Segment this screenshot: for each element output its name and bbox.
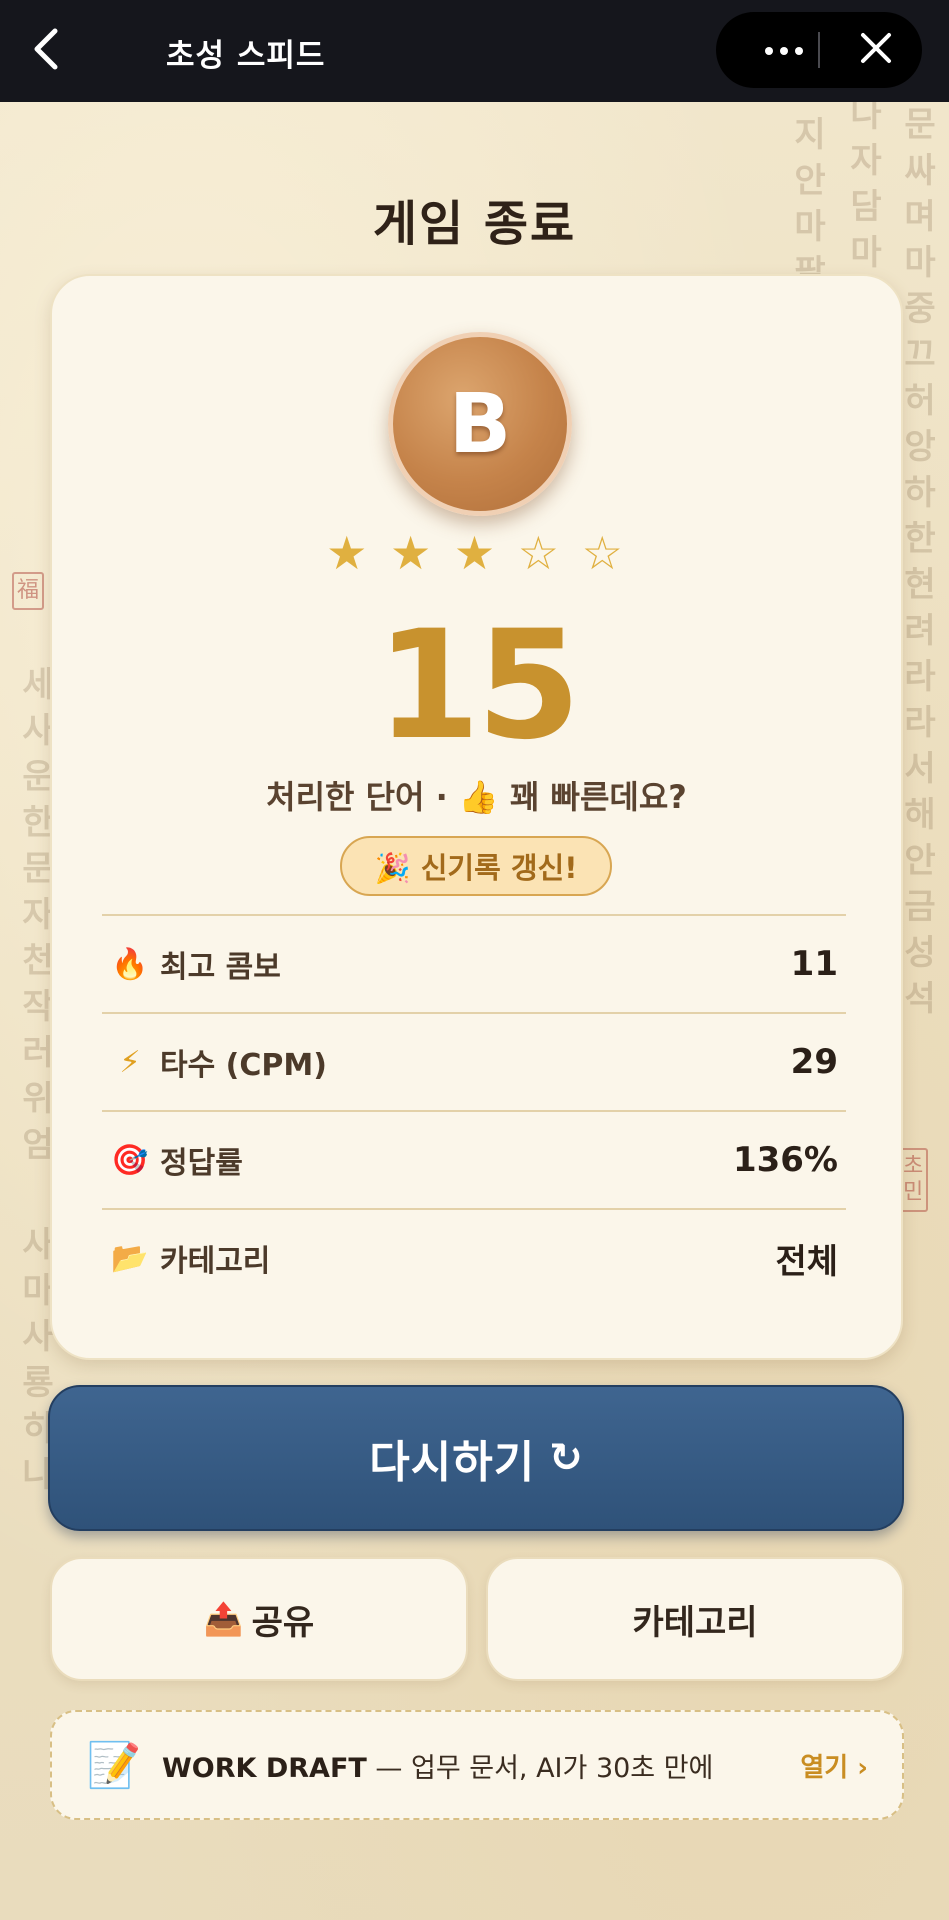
close-button[interactable]	[836, 22, 916, 78]
refresh-icon: ↻	[549, 1435, 583, 1481]
stat-row-cpm: ⚡ 타수 (CPM) 29	[102, 1012, 846, 1110]
stat-value: 136%	[732, 1140, 838, 1180]
share-icon: 📤	[203, 1600, 244, 1638]
promo-open-link[interactable]: 열기 ›	[800, 1747, 868, 1784]
category-label: 카테고리	[632, 1602, 758, 1643]
category-button[interactable]: 카테고리	[486, 1557, 904, 1681]
page-title: 게임 종료	[372, 196, 577, 252]
promo-banner[interactable]: 📝 WORK DRAFT — 업무 문서, AI가 30초 만에 열기 ›	[50, 1710, 904, 1820]
grade-letter: B	[448, 376, 512, 472]
capsule-divider	[818, 32, 820, 68]
folder-icon: 📂	[111, 1240, 149, 1276]
score-caption: 처리한 단어 · 👍 꽤 빠른데요?	[266, 778, 687, 816]
stat-label: 타수 (CPM)	[160, 1048, 327, 1083]
target-icon: 🎯	[111, 1142, 149, 1178]
close-icon	[859, 31, 893, 69]
result-card: B ★ ★ ★ ☆ ☆ 15 처리한 단어 · 👍 꽤 빠른데요? 🎉 신기록 …	[50, 274, 903, 1360]
star-empty-icon: ☆	[581, 526, 627, 580]
stat-value: 전체	[775, 1241, 838, 1282]
stat-label-group: 🎯 정답률	[110, 1138, 243, 1182]
stat-label: 정답률	[160, 1146, 243, 1181]
star-filled-icon: ★	[326, 526, 372, 580]
stat-row-accuracy: 🎯 정답률 136%	[102, 1110, 846, 1208]
chevron-left-icon	[31, 27, 61, 75]
lightning-icon: ⚡	[119, 1044, 141, 1080]
stat-label-group: ⚡ 타수 (CPM)	[110, 1040, 327, 1084]
app-header: 초성 스피드	[0, 0, 949, 102]
star-rating: ★ ★ ★ ☆ ☆	[52, 526, 901, 580]
promo-description: — 업무 문서, AI가 30초 만에	[366, 1752, 714, 1784]
retry-label: 다시하기	[369, 1437, 536, 1488]
star-filled-icon: ★	[390, 526, 436, 580]
score-value: 15	[376, 599, 581, 773]
promo-brand: WORK DRAFT	[162, 1752, 367, 1784]
stat-row-max-combo: 🔥 최고 콤보 11	[102, 914, 846, 1012]
share-button[interactable]: 📤 공유	[50, 1557, 468, 1681]
fire-icon: 🔥	[111, 946, 149, 982]
more-horizontal-icon	[764, 41, 804, 60]
stats-list: 🔥 최고 콤보 11 ⚡ 타수 (CPM) 29 🎯 정답률 136% 📂 카테…	[102, 914, 846, 1306]
grade-badge: B	[388, 332, 572, 516]
promo-text: WORK DRAFT — 업무 문서, AI가 30초 만에	[162, 1746, 800, 1785]
memo-icon: 📝	[86, 1740, 142, 1791]
stat-row-category: 📂 카테고리 전체	[102, 1208, 846, 1306]
back-button[interactable]	[18, 22, 74, 80]
stat-label-group: 📂 카테고리	[110, 1236, 270, 1280]
stat-value: 11	[790, 944, 838, 984]
bg-seal-stamp: 福	[12, 572, 45, 610]
star-empty-icon: ☆	[517, 526, 563, 580]
retry-button[interactable]: 다시하기 ↻	[48, 1385, 904, 1531]
stat-label-group: 🔥 최고 콤보	[110, 942, 281, 986]
stat-label: 카테고리	[160, 1244, 271, 1279]
stat-value: 29	[790, 1042, 838, 1082]
share-label: 공유	[251, 1602, 315, 1643]
star-filled-icon: ★	[453, 526, 500, 580]
stat-label: 최고 콤보	[160, 950, 281, 985]
mini-program-capsule	[716, 12, 922, 88]
new-record-badge: 🎉 신기록 갱신!	[340, 836, 612, 896]
app-title: 초성 스피드	[166, 38, 326, 74]
